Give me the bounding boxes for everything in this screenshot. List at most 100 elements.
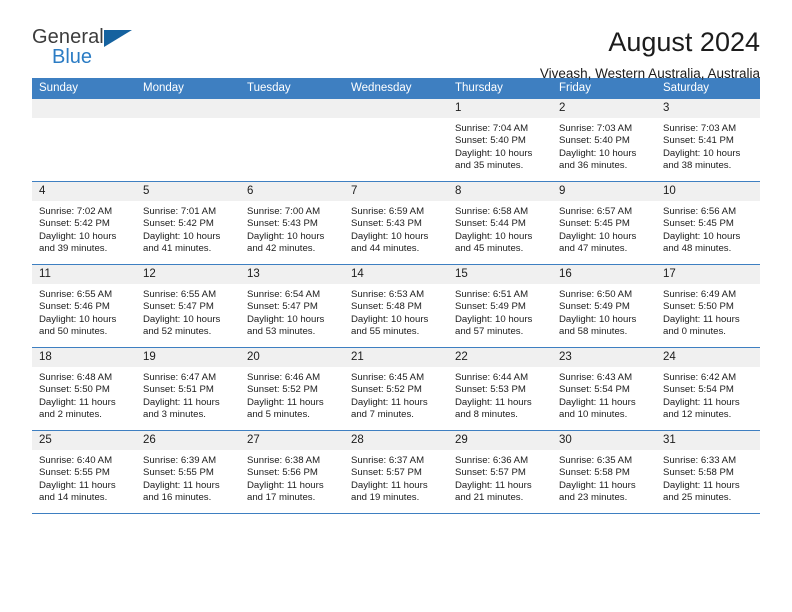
calendar-day-cell[interactable]: 11 Sunrise: 6:55 AM Sunset: 5:46 PM Dayligh… bbox=[32, 264, 136, 348]
brand-name-general: General bbox=[32, 26, 104, 48]
daylight-text-line2: and 41 minutes. bbox=[143, 243, 212, 255]
calendar-day-cell[interactable]: 14 Sunrise: 6:53 AM Sunset: 5:48 PM Dayligh… bbox=[344, 264, 448, 348]
calendar-day-cell[interactable]: 16 Sunrise: 6:50 AM Sunset: 5:49 PM Dayligh… bbox=[552, 264, 656, 348]
daylight-text-line1: Daylight: 11 hours bbox=[143, 396, 220, 408]
calendar-day-cell[interactable]: 18 Sunrise: 6:48 AM Sunset: 5:50 PM Dayligh… bbox=[32, 347, 136, 431]
daylight-text-line1: Daylight: 10 hours bbox=[351, 313, 429, 325]
daylight-text-line1: Daylight: 10 hours bbox=[143, 230, 221, 242]
daylight-text-line1: Daylight: 10 hours bbox=[39, 313, 117, 325]
calendar-day-cell[interactable]: 17 Sunrise: 6:49 AM Sunset: 5:50 PM Dayligh… bbox=[656, 264, 760, 348]
calendar-body: 1 Sunrise: 7:04 AM Sunset: 5:40 PM Daylight… bbox=[32, 99, 760, 513]
sunrise-text: Sunrise: 7:04 AM bbox=[455, 123, 529, 134]
daylight-text-line2: and 39 minutes. bbox=[39, 243, 108, 255]
daylight-text-line1: Daylight: 10 hours bbox=[559, 313, 637, 325]
sunrise-text: Sunrise: 6:40 AM bbox=[39, 455, 113, 466]
calendar-day-cell[interactable]: 30 Sunrise: 6:35 AM Sunset: 5:58 PM Dayligh… bbox=[552, 430, 656, 513]
calendar-day-cell[interactable]: 13 Sunrise: 6:54 AM Sunset: 5:47 PM Dayligh… bbox=[240, 264, 344, 348]
page-masthead: General Blue August 2024 Viveash, Wester… bbox=[32, 0, 760, 81]
daylight-text-line1: Daylight: 10 hours bbox=[351, 230, 429, 242]
daylight-text-line1: Daylight: 11 hours bbox=[663, 313, 740, 325]
daylight-text-line1: Daylight: 10 hours bbox=[663, 147, 741, 159]
day-details: Sunrise: 6:36 AM Sunset: 5:57 PM Daylight:… bbox=[448, 450, 552, 505]
daylight-text-line1: Daylight: 11 hours bbox=[455, 396, 532, 408]
calendar-day-cell[interactable]: 1 Sunrise: 7:04 AM Sunset: 5:40 PM Daylight… bbox=[448, 99, 552, 182]
day-number: 8 bbox=[448, 182, 552, 201]
sunrise-text: Sunrise: 6:55 AM bbox=[143, 289, 217, 300]
sunset-text: Sunset: 5:40 PM bbox=[559, 135, 630, 147]
daylight-text-line2: and 55 minutes. bbox=[351, 326, 420, 338]
daylight-text-line2: and 17 minutes. bbox=[247, 492, 316, 504]
daylight-text-line2: and 58 minutes. bbox=[559, 326, 628, 338]
day-number: 4 bbox=[32, 182, 136, 201]
day-details: Sunrise: 6:44 AM Sunset: 5:53 PM Daylight:… bbox=[448, 367, 552, 422]
brand-logo[interactable]: General Blue bbox=[32, 26, 144, 72]
day-number: 2 bbox=[552, 99, 656, 118]
sunset-text: Sunset: 5:48 PM bbox=[351, 301, 422, 313]
calendar-day-cell[interactable]: 20 Sunrise: 6:46 AM Sunset: 5:52 PM Dayligh… bbox=[240, 347, 344, 431]
day-details: Sunrise: 6:46 AM Sunset: 5:52 PM Daylight:… bbox=[240, 367, 344, 422]
sunset-text: Sunset: 5:43 PM bbox=[247, 218, 318, 230]
calendar-day-cell[interactable]: 28 Sunrise: 6:37 AM Sunset: 5:57 PM Dayligh… bbox=[344, 430, 448, 513]
sunrise-text: Sunrise: 7:03 AM bbox=[559, 123, 633, 134]
calendar-day-cell[interactable]: 10 Sunrise: 6:56 AM Sunset: 5:45 PM Dayligh… bbox=[656, 181, 760, 265]
daylight-text-line1: Daylight: 11 hours bbox=[351, 396, 428, 408]
calendar-day-cell[interactable]: 2 Sunrise: 7:03 AM Sunset: 5:40 PM Daylight… bbox=[552, 99, 656, 182]
calendar-day-cell[interactable]: 9 Sunrise: 6:57 AM Sunset: 5:45 PM Daylight… bbox=[552, 181, 656, 265]
calendar-day-cell[interactable]: 3 Sunrise: 7:03 AM Sunset: 5:41 PM Daylight… bbox=[656, 99, 760, 182]
calendar-day-cell[interactable]: 22 Sunrise: 6:44 AM Sunset: 5:53 PM Dayligh… bbox=[448, 347, 552, 431]
calendar-day-cell[interactable]: 7 Sunrise: 6:59 AM Sunset: 5:43 PM Daylight… bbox=[344, 181, 448, 265]
sunset-text: Sunset: 5:56 PM bbox=[247, 467, 318, 479]
daylight-text-line1: Daylight: 11 hours bbox=[247, 479, 324, 491]
day-details: Sunrise: 6:35 AM Sunset: 5:58 PM Daylight:… bbox=[552, 450, 656, 505]
day-number: 26 bbox=[136, 431, 240, 450]
calendar-day-cell[interactable]: 15 Sunrise: 6:51 AM Sunset: 5:49 PM Dayligh… bbox=[448, 264, 552, 348]
calendar-day-cell[interactable]: 31 Sunrise: 6:33 AM Sunset: 5:58 PM Dayligh… bbox=[656, 430, 760, 513]
calendar-day-cell[interactable]: 12 Sunrise: 6:55 AM Sunset: 5:47 PM Dayligh… bbox=[136, 264, 240, 348]
calendar-day-cell[interactable]: 23 Sunrise: 6:43 AM Sunset: 5:54 PM Dayligh… bbox=[552, 347, 656, 431]
sunset-text: Sunset: 5:49 PM bbox=[455, 301, 526, 313]
day-details: Sunrise: 6:43 AM Sunset: 5:54 PM Daylight:… bbox=[552, 367, 656, 422]
day-details: Sunrise: 6:40 AM Sunset: 5:55 PM Daylight:… bbox=[32, 450, 136, 505]
daylight-text-line2: and 23 minutes. bbox=[559, 492, 628, 504]
sunset-text: Sunset: 5:40 PM bbox=[455, 135, 526, 147]
sunrise-text: Sunrise: 6:59 AM bbox=[351, 206, 425, 217]
daylight-text-line1: Daylight: 11 hours bbox=[455, 479, 532, 491]
daylight-text-line2: and 16 minutes. bbox=[143, 492, 212, 504]
sunset-text: Sunset: 5:55 PM bbox=[143, 467, 214, 479]
day-number: 15 bbox=[448, 265, 552, 284]
day-details: Sunrise: 6:33 AM Sunset: 5:58 PM Daylight:… bbox=[656, 450, 760, 505]
calendar-day-cell[interactable]: 29 Sunrise: 6:36 AM Sunset: 5:57 PM Dayligh… bbox=[448, 430, 552, 513]
sunset-text: Sunset: 5:44 PM bbox=[455, 218, 526, 230]
daylight-text-line1: Daylight: 11 hours bbox=[559, 396, 636, 408]
calendar-day-cell[interactable]: 8 Sunrise: 6:58 AM Sunset: 5:44 PM Daylight… bbox=[448, 181, 552, 265]
calendar-day-cell[interactable]: 24 Sunrise: 6:42 AM Sunset: 5:54 PM Dayligh… bbox=[656, 347, 760, 431]
calendar-day-cell[interactable]: 5 Sunrise: 7:01 AM Sunset: 5:42 PM Daylight… bbox=[136, 181, 240, 265]
sunrise-text: Sunrise: 6:42 AM bbox=[663, 372, 737, 383]
calendar-day-cell[interactable]: 6 Sunrise: 7:00 AM Sunset: 5:43 PM Daylight… bbox=[240, 181, 344, 265]
daylight-text-line1: Daylight: 10 hours bbox=[559, 147, 637, 159]
calendar-day-cell[interactable]: 4 Sunrise: 7:02 AM Sunset: 5:42 PM Daylight… bbox=[32, 181, 136, 265]
calendar-day-cell[interactable]: 25 Sunrise: 6:40 AM Sunset: 5:55 PM Dayligh… bbox=[32, 430, 136, 513]
day-number: 12 bbox=[136, 265, 240, 284]
daylight-text-line1: Daylight: 10 hours bbox=[455, 313, 533, 325]
day-number: 29 bbox=[448, 431, 552, 450]
calendar-day-cell[interactable]: 19 Sunrise: 6:47 AM Sunset: 5:51 PM Dayligh… bbox=[136, 347, 240, 431]
calendar-day-cell[interactable]: 26 Sunrise: 6:39 AM Sunset: 5:55 PM Dayligh… bbox=[136, 430, 240, 513]
calendar-day-cell[interactable]: 21 Sunrise: 6:45 AM Sunset: 5:52 PM Dayligh… bbox=[344, 347, 448, 431]
day-details: Sunrise: 6:48 AM Sunset: 5:50 PM Daylight:… bbox=[32, 367, 136, 422]
day-details: Sunrise: 6:51 AM Sunset: 5:49 PM Daylight:… bbox=[448, 284, 552, 339]
sunset-text: Sunset: 5:47 PM bbox=[247, 301, 318, 313]
day-details: Sunrise: 6:54 AM Sunset: 5:47 PM Daylight:… bbox=[240, 284, 344, 339]
sunrise-text: Sunrise: 6:38 AM bbox=[247, 455, 321, 466]
day-details: Sunrise: 6:42 AM Sunset: 5:54 PM Daylight:… bbox=[656, 367, 760, 422]
sunset-text: Sunset: 5:50 PM bbox=[663, 301, 734, 313]
day-number: 16 bbox=[552, 265, 656, 284]
calendar-day-cell[interactable]: 27 Sunrise: 6:38 AM Sunset: 5:56 PM Dayligh… bbox=[240, 430, 344, 513]
sunset-text: Sunset: 5:41 PM bbox=[663, 135, 734, 147]
page-subtitle: Viveash, Western Australia, Australia bbox=[539, 66, 760, 81]
daylight-text-line2: and 12 minutes. bbox=[663, 409, 732, 421]
calendar-bottom-rule bbox=[32, 513, 760, 514]
sunset-text: Sunset: 5:42 PM bbox=[39, 218, 110, 230]
daylight-text-line2: and 42 minutes. bbox=[247, 243, 316, 255]
daylight-text-line1: Daylight: 11 hours bbox=[247, 396, 324, 408]
